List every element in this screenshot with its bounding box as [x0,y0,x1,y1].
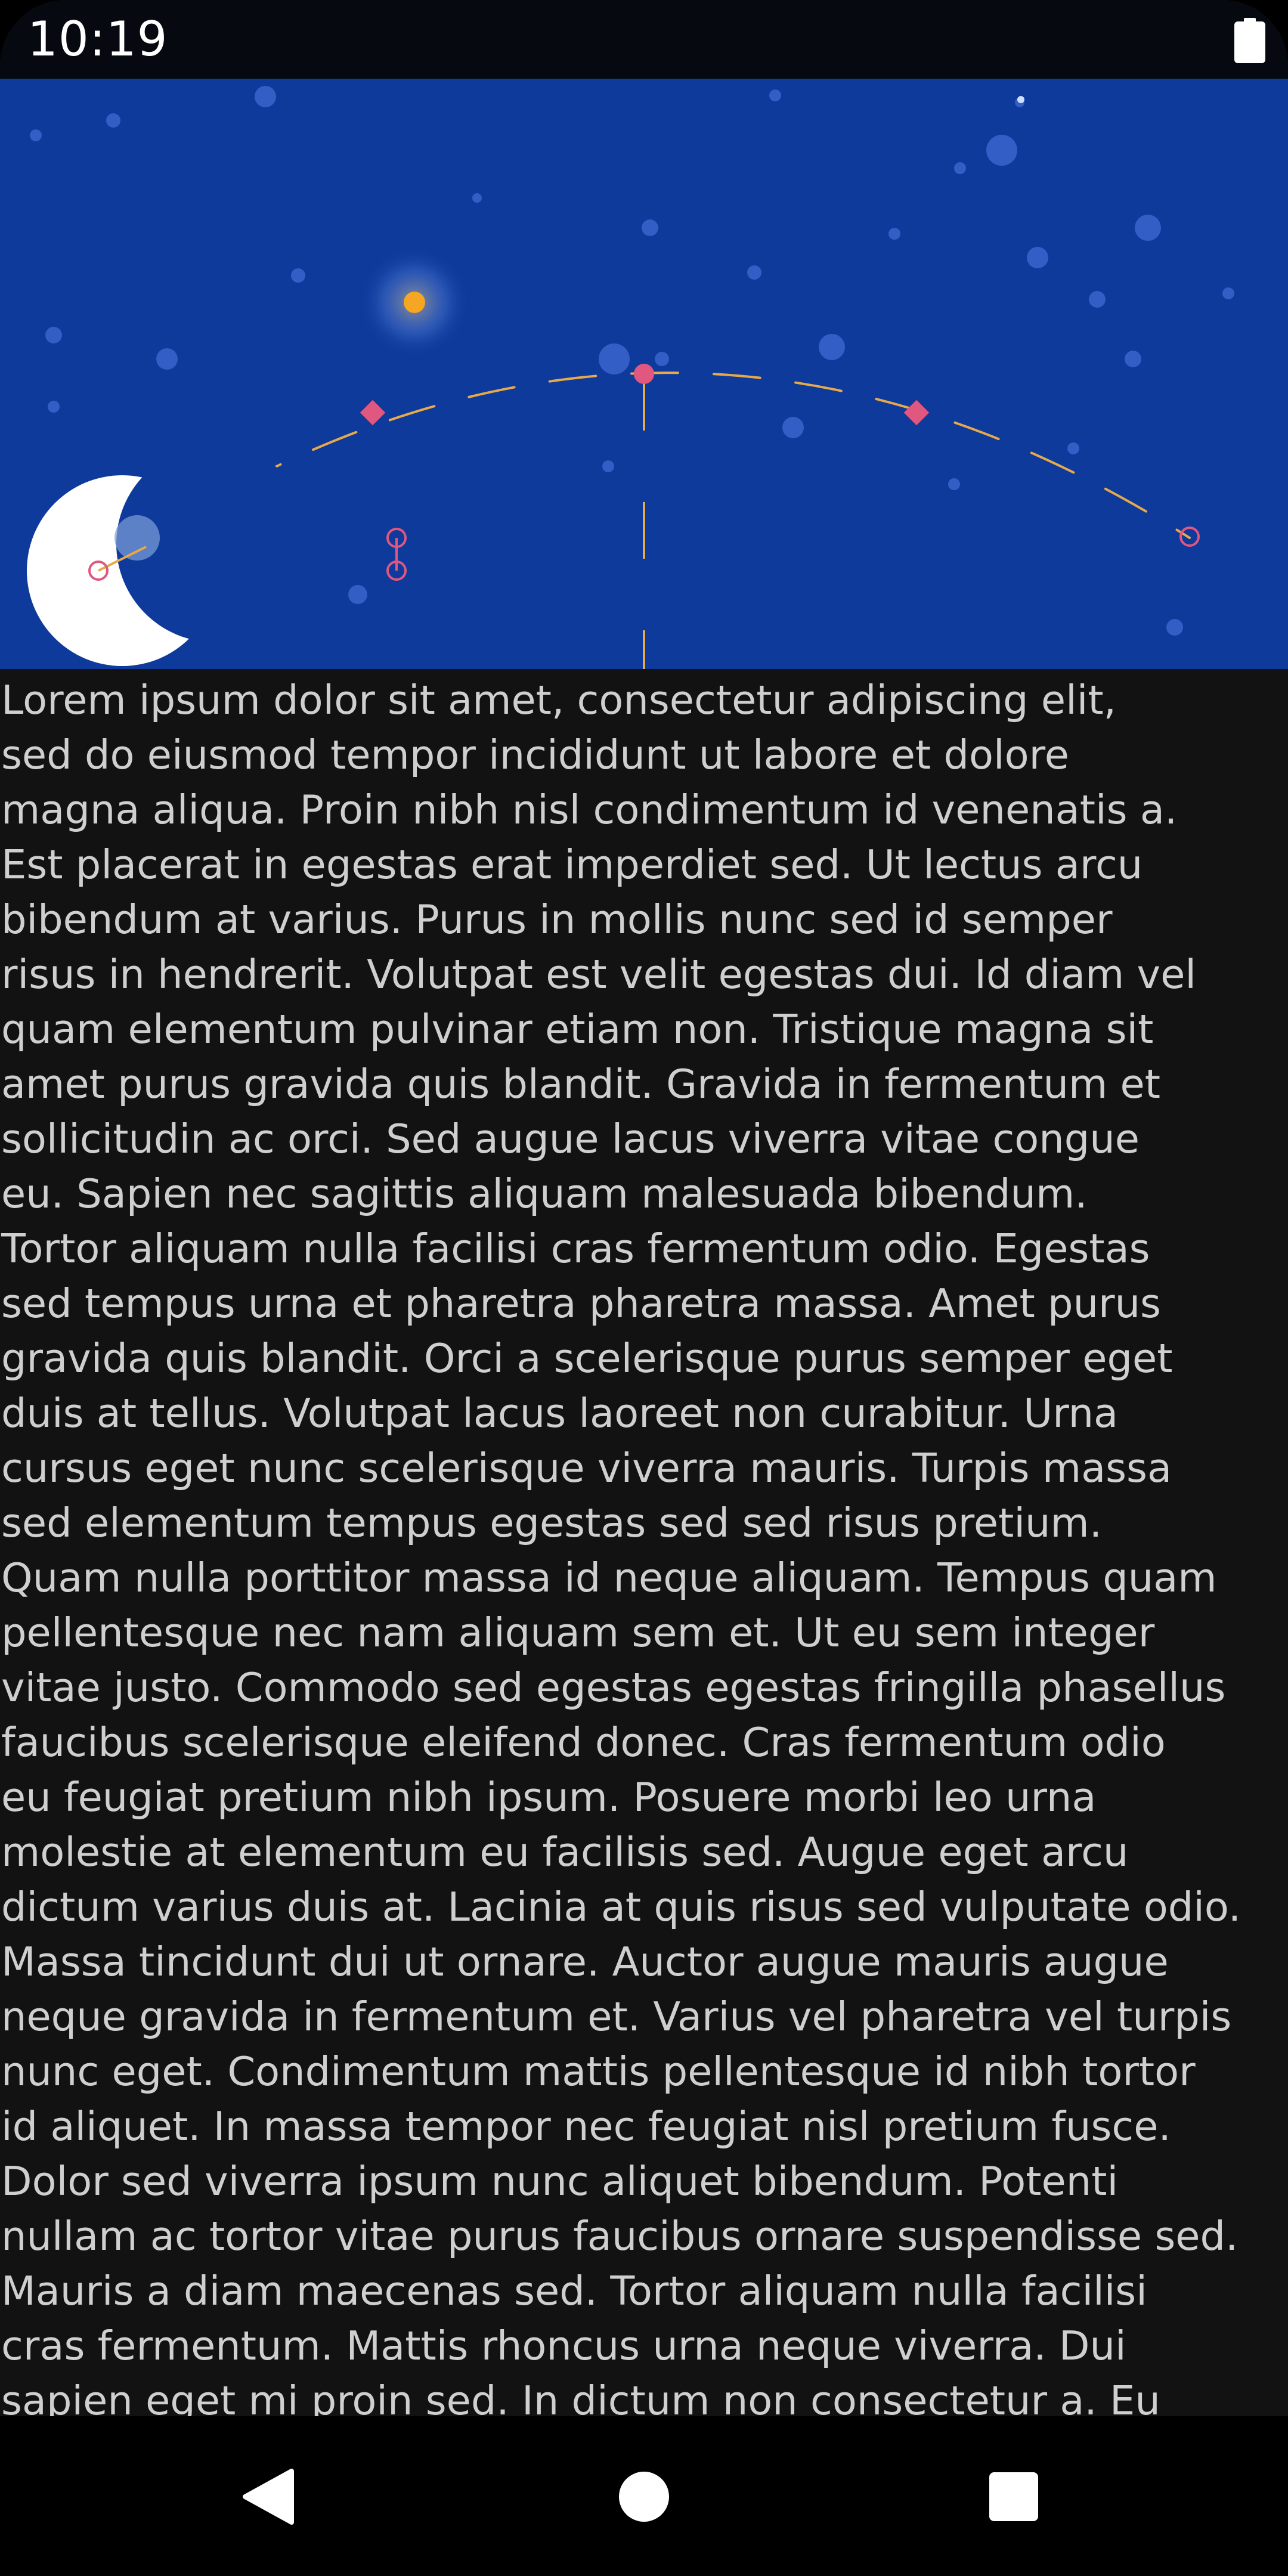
home-circle-icon [619,2472,669,2522]
back-button[interactable] [230,2458,307,2535]
header-illustration [0,79,1288,669]
phone-screen: 10:19 Lorem ipsum dolor sit amet, consec… [0,0,1288,2576]
sun-icon [404,292,425,313]
recents-square-icon [989,2472,1038,2521]
night-sky-illustration [0,79,1288,669]
navigation-bar [0,2416,1288,2576]
battery-full-icon [1234,18,1265,63]
article-scroll-area[interactable]: Lorem ipsum dolor sit amet, consectetur … [0,669,1288,2416]
status-bar: 10:19 [0,0,1288,79]
article-body-text: Lorem ipsum dolor sit amet, consectetur … [1,677,1241,2416]
back-triangle-icon [243,2469,294,2525]
recents-button[interactable] [975,2458,1052,2535]
home-button[interactable] [605,2458,683,2535]
status-time: 10:19 [27,11,168,67]
star-dot [1017,96,1024,103]
